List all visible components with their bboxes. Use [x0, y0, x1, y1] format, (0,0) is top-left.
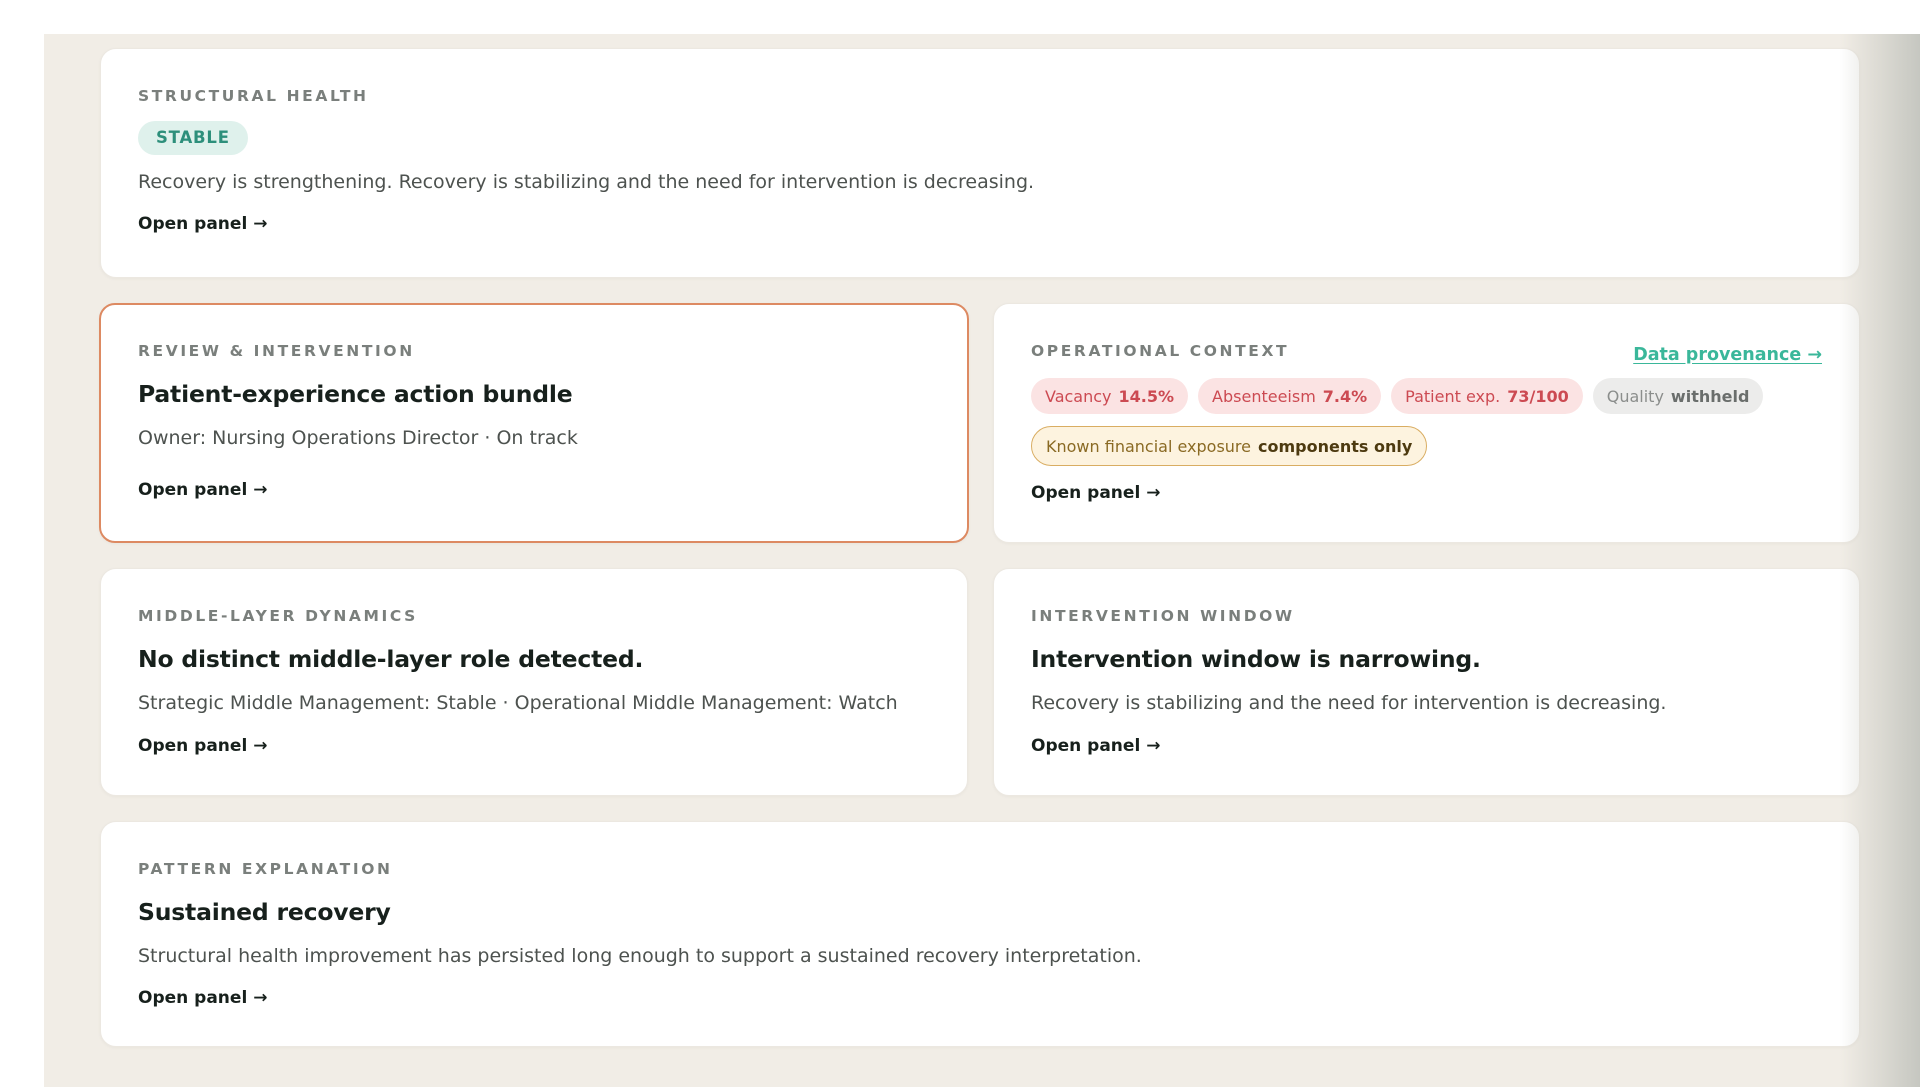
intervention-window-card: INTERVENTION WINDOW Intervention window …: [993, 568, 1860, 796]
card-description: Recovery is strengthening. Recovery is s…: [138, 171, 1035, 193]
card-eyebrow: INTERVENTION WINDOW: [1031, 607, 1295, 625]
review-intervention-card: REVIEW & INTERVENTION Patient-experience…: [99, 303, 969, 543]
card-eyebrow: STRUCTURAL HEALTH: [138, 87, 369, 105]
quality-chip: Quality withheld: [1592, 378, 1764, 414]
card-description: Structural health improvement has persis…: [138, 945, 1142, 967]
card-description: Strategic Middle Management: Stable · Op…: [138, 692, 898, 714]
card-title: Patient-experience action bundle: [138, 380, 573, 408]
vacancy-chip: Vacancy 14.5%: [1031, 378, 1189, 414]
operational-context-card: OPERATIONAL CONTEXT Data provenance → Va…: [993, 303, 1860, 543]
absenteeism-chip: Absenteeism 7.4%: [1198, 378, 1382, 414]
open-panel-link[interactable]: Open panel →: [1031, 736, 1160, 756]
open-panel-link[interactable]: Open panel →: [138, 480, 267, 500]
card-title: Intervention window is narrowing.: [1031, 645, 1481, 673]
open-panel-link[interactable]: Open panel →: [138, 736, 267, 756]
card-eyebrow: REVIEW & INTERVENTION: [138, 342, 415, 360]
status-badge: STABLE: [138, 121, 248, 155]
scroll-edge-shadow: [1840, 34, 1920, 1087]
open-panel-link[interactable]: Open panel →: [138, 214, 267, 234]
patient-experience-chip: Patient exp. 73/100: [1391, 378, 1583, 414]
card-title: No distinct middle-layer role detected.: [138, 645, 644, 673]
structural-health-card: STRUCTURAL HEALTH STABLE Recovery is str…: [100, 48, 1860, 278]
middle-layer-dynamics-card: MIDDLE-LAYER DYNAMICS No distinct middle…: [100, 568, 968, 796]
card-description: Recovery is stabilizing and the need for…: [1031, 692, 1667, 714]
dashboard-canvas: STRUCTURAL HEALTH STABLE Recovery is str…: [44, 34, 1920, 1087]
card-description: Owner: Nursing Operations Director · On …: [138, 427, 578, 449]
pattern-explanation-card: PATTERN EXPLANATION Sustained recovery S…: [100, 821, 1860, 1047]
card-eyebrow: MIDDLE-LAYER DYNAMICS: [138, 607, 418, 625]
open-panel-link[interactable]: Open panel →: [138, 988, 267, 1008]
open-panel-link[interactable]: Open panel →: [1031, 483, 1160, 503]
card-title: Sustained recovery: [138, 898, 391, 926]
financial-exposure-chip: Known financial exposure components only: [1031, 426, 1428, 466]
card-eyebrow: PATTERN EXPLANATION: [138, 860, 393, 878]
metric-chips: Vacancy 14.5% Absenteeism 7.4% Patient e…: [1031, 378, 1831, 466]
data-provenance-link[interactable]: Data provenance →: [1633, 345, 1822, 365]
